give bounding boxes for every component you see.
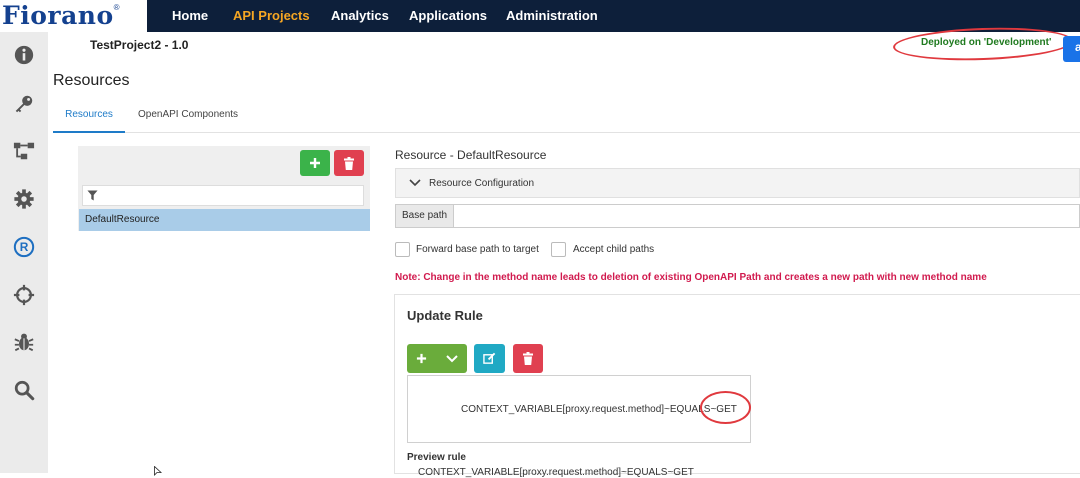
forward-base-path-checkbox[interactable] xyxy=(395,242,410,257)
gear-icon[interactable] xyxy=(12,187,36,211)
forward-base-path-label: Forward base path to target xyxy=(416,244,539,255)
nav-analytics[interactable]: Analytics xyxy=(331,0,389,32)
info-icon[interactable] xyxy=(12,43,36,67)
search-icon[interactable] xyxy=(12,378,36,402)
bug-icon[interactable] xyxy=(12,330,36,354)
top-nav-bar: Fiorano ® Home API Projects Analytics Ap… xyxy=(0,0,1080,32)
delete-resource-button[interactable] xyxy=(334,150,364,176)
nav-applications[interactable]: Applications xyxy=(409,0,487,32)
registered-icon[interactable]: R xyxy=(12,235,36,259)
action-button-glyph: a xyxy=(1075,40,1080,54)
icon-sidebar: R xyxy=(0,32,48,473)
fiorano-logo[interactable]: Fiorano ® xyxy=(0,0,147,32)
crosshair-icon[interactable] xyxy=(12,283,36,307)
tab-resources[interactable]: Resources xyxy=(53,103,125,133)
delete-rule-button[interactable] xyxy=(513,344,543,373)
trash-icon xyxy=(344,156,354,170)
chevron-down-icon xyxy=(446,354,458,362)
resource-configuration-accordion[interactable]: Resource Configuration xyxy=(395,168,1080,198)
tab-bar: Resources OpenAPI Components xyxy=(53,103,1080,133)
add-condition-dropdown-button[interactable] xyxy=(407,344,467,373)
filter-icon xyxy=(87,190,98,201)
logo-text: Fiorano xyxy=(2,1,114,30)
logo-registered-mark: ® xyxy=(113,3,120,12)
accordion-label: Resource Configuration xyxy=(429,178,535,189)
add-resource-button[interactable] xyxy=(300,150,330,176)
page-heading: Resources xyxy=(53,72,130,89)
base-path-input[interactable]: Base path xyxy=(395,204,1080,228)
nav-api-projects[interactable]: API Projects xyxy=(233,0,310,32)
update-rule-title: Update Rule xyxy=(407,308,483,323)
base-path-label: Base path xyxy=(396,205,455,227)
action-button-partial[interactable]: a xyxy=(1063,36,1080,62)
resource-list-item[interactable]: DefaultResource xyxy=(79,209,370,231)
trash-icon xyxy=(523,352,533,365)
project-title: TestProject2 - 1.0 xyxy=(90,38,189,52)
flow-icon[interactable] xyxy=(12,139,36,163)
edit-rule-button[interactable] xyxy=(474,344,505,373)
get-method-annotation xyxy=(700,391,751,424)
rule-expression-text: CONTEXT_VARIABLE[proxy.request.method]~E… xyxy=(461,404,737,415)
chevron-down-icon xyxy=(409,179,421,187)
accept-child-paths-checkbox[interactable] xyxy=(551,242,566,257)
accept-child-paths-label: Accept child paths xyxy=(573,244,655,255)
mouse-cursor-icon xyxy=(154,466,163,476)
svg-text:R: R xyxy=(20,240,29,254)
method-change-note: Note: Change in the method name leads to… xyxy=(395,272,987,283)
preview-rule-label: Preview rule xyxy=(407,452,466,463)
edit-icon xyxy=(483,352,496,364)
key-icon[interactable] xyxy=(12,92,36,116)
tab-openapi-components[interactable]: OpenAPI Components xyxy=(138,103,238,133)
nav-home[interactable]: Home xyxy=(172,0,208,32)
resource-filter-input[interactable] xyxy=(82,185,364,206)
nav-administration[interactable]: Administration xyxy=(506,0,598,32)
plus-icon xyxy=(417,353,427,364)
plus-icon xyxy=(310,158,320,168)
resource-section-title: Resource - DefaultResource xyxy=(395,148,547,162)
